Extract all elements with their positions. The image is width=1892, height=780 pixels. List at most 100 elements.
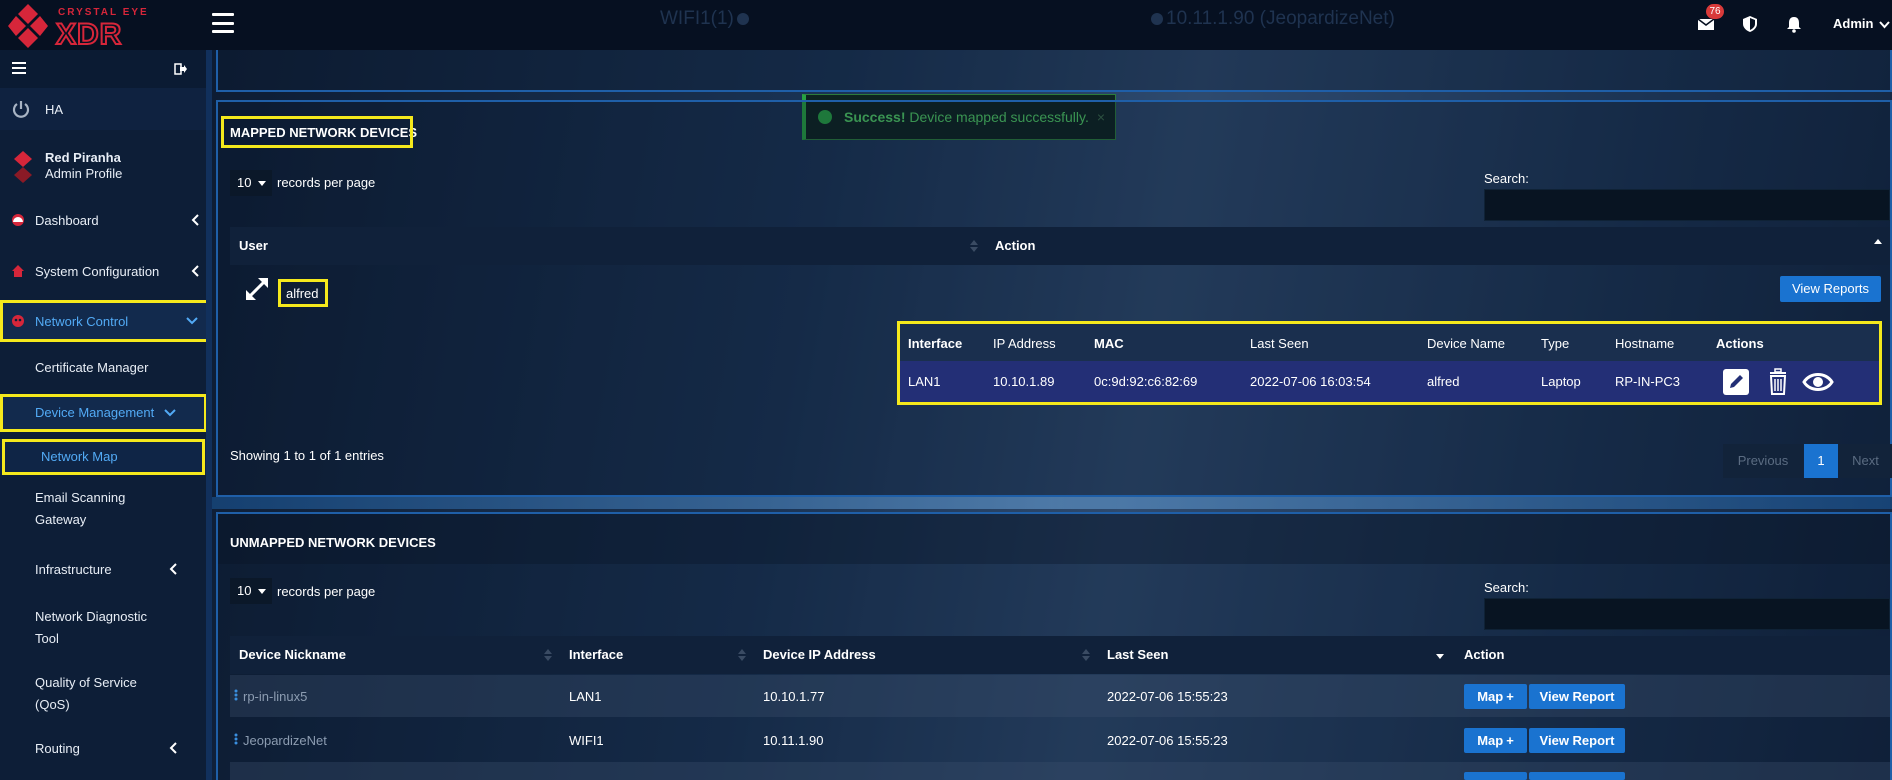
device-details-table: Interface IP Address MAC Last Seen Devic…	[897, 321, 1882, 405]
mapped-devices-panel	[216, 100, 1892, 497]
column-header-last-seen[interactable]: Last Seen	[1107, 647, 1168, 662]
red-piranha-logo-icon	[14, 151, 32, 183]
unmapped-search-input[interactable]	[1484, 598, 1890, 630]
chevron-left-icon	[191, 265, 199, 277]
device-nickname[interactable]: JeopardizeNet	[243, 733, 327, 748]
sidebar-item-dashboard[interactable]: Dashboard	[0, 202, 212, 238]
column-header-device-ip[interactable]: Device IP Address	[763, 647, 876, 662]
chevron-left-icon	[169, 742, 177, 754]
view-eye-icon[interactable]	[1802, 368, 1834, 396]
sidebar-item-certificate-manager[interactable]: Certificate Manager	[0, 350, 212, 386]
mail-count-badge: 76	[1706, 4, 1724, 19]
mapped-search-label: Search:	[1484, 171, 1529, 186]
sort-asc-icon[interactable]	[1874, 238, 1882, 250]
mapped-devices-title: MAPPED NETWORK DEVICES	[230, 125, 418, 140]
view-report-button-partial[interactable]	[1529, 772, 1625, 780]
mapped-user-name: alfred	[286, 286, 319, 301]
logout-icon[interactable]	[174, 63, 187, 75]
dashboard-icon	[12, 214, 24, 226]
plus-icon: +	[1506, 689, 1514, 704]
drag-handle-icon[interactable]	[234, 733, 238, 745]
unmapped-table-header: Device Nickname Interface Device IP Addr…	[230, 636, 1890, 674]
mapped-pagination: Previous 1 Next	[1723, 444, 1892, 478]
power-icon	[12, 101, 30, 118]
sort-desc-icon[interactable]	[1436, 651, 1444, 663]
mapped-rpp-label: records per page	[277, 175, 376, 190]
interface-status: WIFI1(1)	[660, 8, 752, 30]
sidebar-item-routing[interactable]: Routing	[0, 734, 212, 770]
unmapped-rpp-label: records per page	[277, 584, 376, 599]
sidebar-collapse-icon[interactable]	[12, 62, 26, 74]
detail-header-ip-address: IP Address	[993, 336, 1056, 351]
menu-toggle-icon[interactable]	[212, 13, 234, 33]
sort-icon[interactable]	[738, 649, 746, 661]
detail-header-mac: MAC	[1094, 336, 1124, 351]
top-bar: CRYSTAL EYE XDR WIFI1(1) 10.11.1.90 (Jeo…	[0, 0, 1892, 52]
column-header-device-nickname[interactable]: Device Nickname	[239, 647, 346, 662]
sort-icon[interactable]	[970, 240, 978, 252]
sidebar-item-network-control[interactable]: Network Control	[0, 300, 212, 342]
pagination-previous[interactable]: Previous	[1723, 444, 1803, 478]
edit-icon[interactable]	[1722, 368, 1750, 396]
column-header-action[interactable]: Action	[995, 238, 1035, 253]
expand-icon[interactable]	[244, 276, 270, 302]
pagination-next[interactable]: Next	[1839, 444, 1892, 478]
detail-header-hostname: Hostname	[1615, 336, 1675, 351]
view-reports-button[interactable]: View Reports	[1780, 276, 1881, 302]
mapped-entries-info: Showing 1 to 1 of 1 entries	[230, 448, 384, 463]
detail-header-last-seen: Last Seen	[1250, 336, 1309, 351]
sidebar-item-network-map[interactable]: Network Map	[0, 439, 212, 475]
device-detail-row: LAN1 10.10.1.89 0c:9d:92:c6:82:69 2022-0…	[900, 361, 1879, 402]
trash-icon[interactable]	[1764, 368, 1792, 396]
bell-icon[interactable]	[1785, 15, 1803, 33]
connected-network-status: 10.11.1.90 (JeopardizeNet)	[1148, 8, 1395, 30]
device-nickname[interactable]: rp-in-linux5	[243, 689, 307, 704]
detail-header-type: Type	[1541, 336, 1570, 351]
crystal-eye-xdr-logo[interactable]: CRYSTAL EYE XDR	[8, 2, 178, 52]
caret-down-icon	[258, 181, 266, 186]
mapped-rpp-select[interactable]: 10	[230, 170, 272, 196]
sidebar-item-network-diagnostic-tool[interactable]: Network Diagnostic Tool	[0, 606, 212, 656]
plus-icon: +	[1506, 733, 1514, 748]
column-header-user[interactable]: User	[239, 238, 268, 253]
chevron-down-icon	[1879, 20, 1890, 29]
view-report-button[interactable]: View Report	[1529, 728, 1625, 753]
map-device-button-partial[interactable]	[1464, 772, 1527, 780]
view-report-button[interactable]: View Report	[1529, 684, 1625, 709]
sidebar-item-device-management[interactable]: Device Management	[0, 394, 212, 432]
mapped-table-header: User Action	[230, 227, 1890, 265]
previous-panel-bottom	[216, 50, 1892, 92]
map-device-button[interactable]: Map +	[1464, 728, 1527, 753]
chevron-left-icon	[169, 563, 177, 575]
svg-text:XDR: XDR	[56, 18, 122, 50]
sidebar-item-email-scanning-gateway[interactable]: Email Scanning Gateway	[0, 487, 212, 537]
detail-header-device-name: Device Name	[1427, 336, 1506, 351]
user-menu[interactable]: Admin	[1833, 16, 1890, 31]
shield-icon[interactable]	[1741, 15, 1759, 33]
mapped-search-input[interactable]	[1484, 189, 1890, 221]
unmapped-panel-header	[218, 514, 1890, 564]
sort-icon[interactable]	[544, 649, 552, 661]
map-device-button[interactable]: Map +	[1464, 684, 1527, 709]
unmapped-rpp-select[interactable]: 10	[230, 578, 272, 604]
drag-handle-icon[interactable]	[234, 689, 238, 701]
caret-down-icon	[258, 589, 266, 594]
column-header-action[interactable]: Action	[1464, 647, 1504, 662]
sidebar-item-ha[interactable]: HA	[0, 88, 212, 130]
pagination-page-1[interactable]: 1	[1804, 444, 1838, 478]
sort-icon[interactable]	[1082, 649, 1090, 661]
sidebar-item-quality-of-service[interactable]: Quality of Service (QoS)	[0, 672, 212, 722]
detail-header-interface: Interface	[908, 336, 963, 351]
svg-text:CRYSTAL EYE: CRYSTAL EYE	[58, 7, 149, 18]
sidebar-item-system-configuration[interactable]: System Configuration	[0, 253, 212, 289]
sidebar: HA Red Piranha Admin Profile Dashboard S…	[0, 50, 212, 780]
table-row	[230, 675, 1890, 717]
table-row	[230, 762, 1890, 780]
sidebar-toolbar	[0, 50, 212, 88]
home-icon	[12, 265, 24, 277]
column-header-interface[interactable]: Interface	[569, 647, 623, 662]
sidebar-item-infrastructure[interactable]: Infrastructure	[0, 554, 212, 590]
detail-header-actions: Actions	[1716, 336, 1764, 351]
status-dot-icon	[1151, 12, 1163, 25]
profile-card[interactable]: Red Piranha Admin Profile	[0, 146, 212, 196]
